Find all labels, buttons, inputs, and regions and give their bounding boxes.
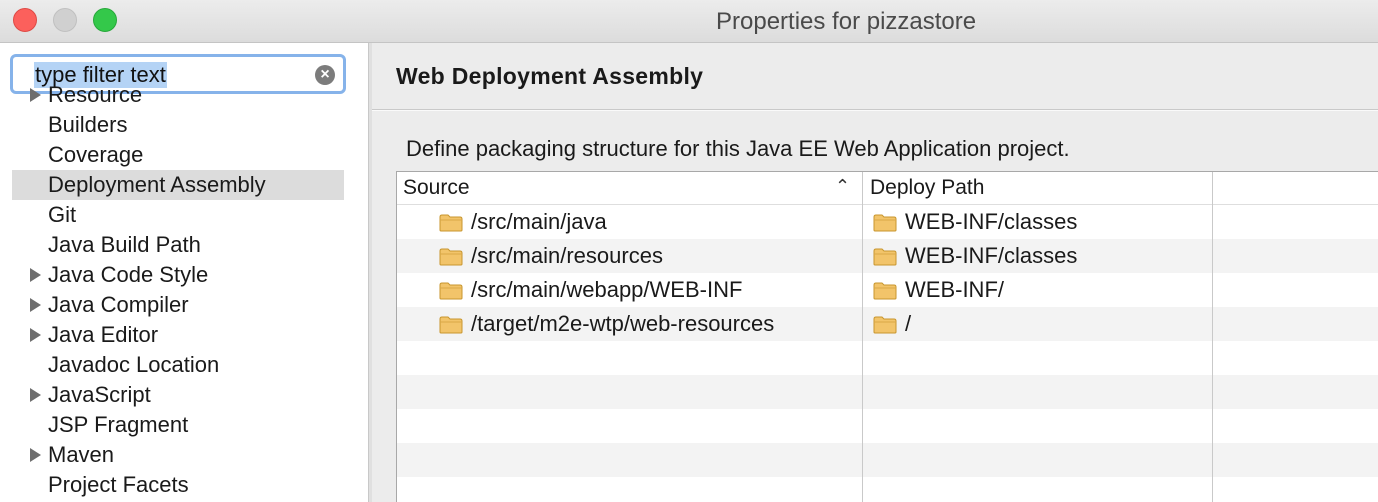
window-title: Properties for pizzastore	[716, 8, 977, 35]
tree-item[interactable]: Deployment Assembly	[12, 170, 344, 200]
sort-ascending-icon[interactable]: ⌃	[835, 176, 850, 197]
tree-item[interactable]: Resource	[12, 80, 344, 110]
tree-item-label: Java Code Style	[48, 262, 209, 287]
tree-item[interactable]: Java Compiler	[12, 290, 344, 320]
tree-item[interactable]: JSP Fragment	[12, 410, 344, 440]
tree-item[interactable]: Project Facets	[12, 470, 344, 500]
tree-item[interactable]: Java Code Style	[12, 260, 344, 290]
table-header: Source ⌃ Deploy Path	[397, 172, 1378, 205]
properties-navigation-pane: type filter text × Resource Builders Cover…	[0, 43, 368, 502]
deploy-path: WEB-INF/classes	[905, 243, 1078, 268]
source-path: /src/main/java	[471, 209, 607, 234]
source-path: /src/main/webapp/WEB-INF	[471, 277, 743, 302]
expand-arrow-icon[interactable]	[30, 268, 41, 282]
deploy-path: WEB-INF/classes	[905, 209, 1078, 234]
column-header-source[interactable]: Source	[403, 172, 470, 204]
source-path: /src/main/resources	[471, 243, 663, 268]
header-separator	[372, 109, 1378, 111]
expand-arrow-icon[interactable]	[30, 298, 41, 312]
tree-item[interactable]: Maven	[12, 440, 344, 470]
table-row	[397, 341, 1378, 375]
table-row	[397, 409, 1378, 443]
page-title: Web Deployment Assembly	[396, 63, 704, 89]
minimize-window-button[interactable]	[53, 8, 77, 32]
deploy-path: /	[905, 311, 912, 336]
tree-item-label: Git	[48, 202, 77, 227]
tree-item[interactable]: Coverage	[12, 140, 344, 170]
tree-item-label: Java Compiler	[48, 292, 189, 317]
folder-icon	[873, 214, 897, 232]
table-row[interactable]: /target/m2e-wtp/web-resources /	[397, 307, 1378, 341]
folder-icon	[439, 316, 463, 334]
tree-item[interactable]: JavaScript	[12, 380, 344, 410]
tree-item-label: Maven	[48, 442, 115, 467]
table-row[interactable]: /src/main/webapp/WEB-INF WEB-INF/	[397, 273, 1378, 307]
tree-item-label: Javadoc Location	[48, 352, 220, 377]
expand-arrow-icon[interactable]	[30, 448, 41, 462]
property-page: Web Deployment Assembly Define packaging…	[372, 43, 1378, 502]
assembly-table: Source ⌃ Deploy Path /src/main/java WEB-I…	[396, 171, 1378, 502]
deploy-path: WEB-INF/	[905, 277, 1004, 302]
tree-item-label: JavaScript	[48, 382, 151, 407]
tree-item[interactable]: Java Build Path	[12, 230, 344, 260]
tree-item-label: JSP Fragment	[48, 412, 189, 437]
tree-item-label: Deployment Assembly	[48, 172, 266, 197]
expand-arrow-icon[interactable]	[30, 328, 41, 342]
tree-item-label: Resource	[48, 82, 143, 107]
tree-item-label: Coverage	[48, 142, 144, 167]
folder-icon	[873, 316, 897, 334]
table-row	[397, 477, 1378, 502]
table-row[interactable]: /src/main/java WEB-INF/classes	[397, 205, 1378, 239]
tree-item-label: Java Build Path	[48, 232, 201, 257]
folder-icon	[439, 248, 463, 266]
table-row[interactable]: /src/main/resources WEB-INF/classes	[397, 239, 1378, 273]
zoom-window-button[interactable]	[93, 8, 117, 32]
tree-item-label: Project Facets	[48, 472, 189, 497]
column-header-deploy-path[interactable]: Deploy Path	[870, 172, 984, 204]
tree-item[interactable]: Java Editor	[12, 320, 344, 350]
column-divider[interactable]	[862, 172, 863, 502]
tree-item[interactable]: Git	[12, 200, 344, 230]
folder-icon	[439, 282, 463, 300]
tree-item[interactable]: Javadoc Location	[12, 350, 344, 380]
tree-item[interactable]: Builders	[12, 110, 344, 140]
folder-icon	[873, 282, 897, 300]
tree-item-label: Java Editor	[48, 322, 159, 347]
folder-icon	[439, 214, 463, 232]
source-path: /target/m2e-wtp/web-resources	[471, 311, 775, 336]
title-bar: Properties for pizzastore	[0, 0, 1378, 43]
folder-icon	[873, 248, 897, 266]
table-row	[397, 443, 1378, 477]
close-window-button[interactable]	[13, 8, 37, 32]
table-row	[397, 375, 1378, 409]
expand-arrow-icon[interactable]	[30, 388, 41, 402]
expand-arrow-icon[interactable]	[30, 88, 41, 102]
tree-item-label: Builders	[48, 112, 128, 137]
column-divider[interactable]	[1212, 172, 1213, 502]
page-description: Define packaging structure for this Java…	[406, 136, 1070, 161]
